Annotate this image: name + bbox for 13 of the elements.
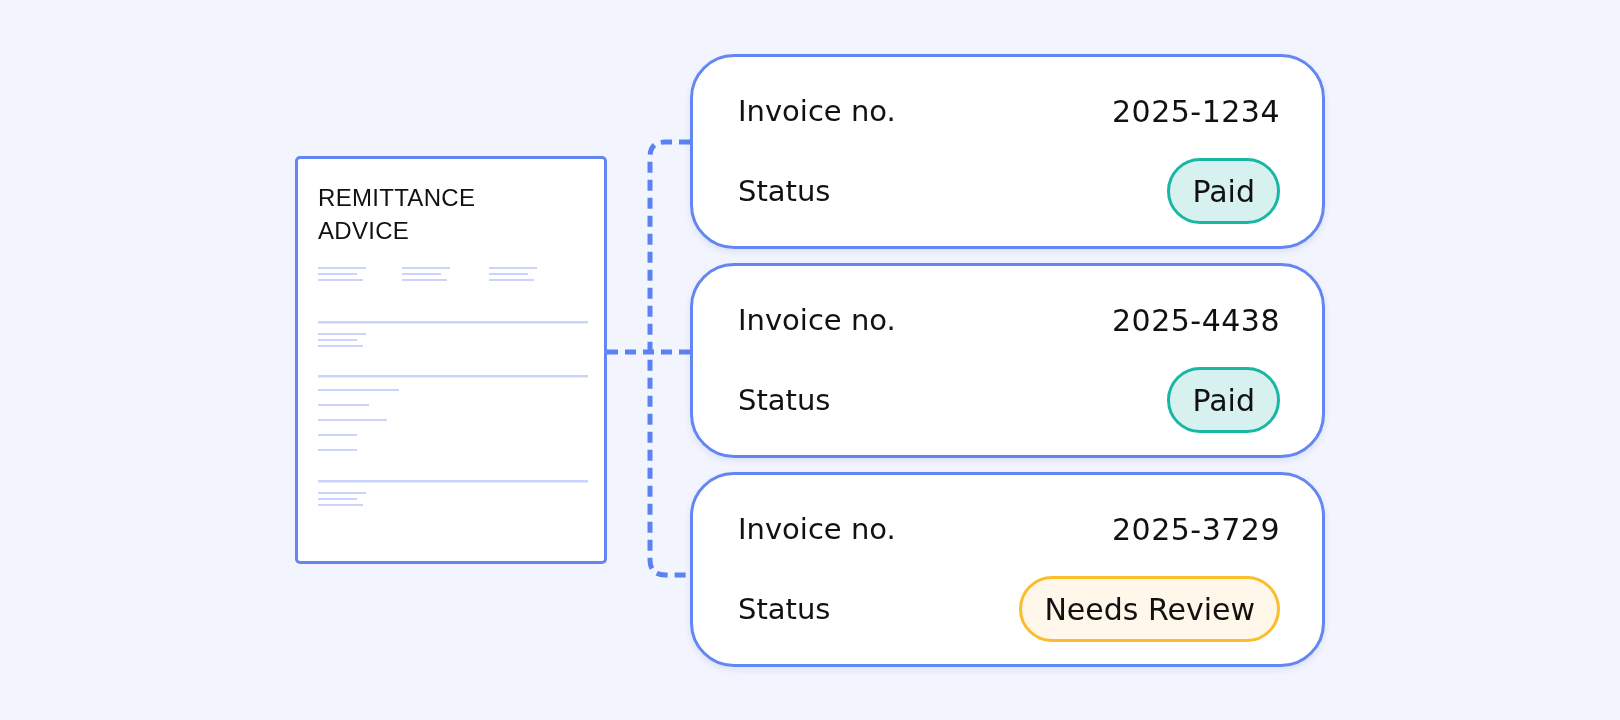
invoice-label: Invoice no.: [738, 303, 896, 337]
status-badge: Needs Review: [1019, 576, 1280, 642]
status-label: Status: [738, 592, 831, 626]
document-title: REMITTANCE ADVICE: [318, 183, 477, 246]
invoice-label: Invoice no.: [738, 512, 896, 546]
status-label: Status: [738, 174, 831, 208]
invoice-number: 2025-1234: [1111, 93, 1280, 129]
invoice-number: 2025-3729: [1111, 511, 1280, 547]
invoice-number: 2025-4438: [1111, 302, 1280, 338]
status-label: Status: [738, 383, 831, 417]
status-badge: Paid: [1167, 367, 1280, 433]
status-badge: Paid: [1167, 158, 1280, 224]
invoice-label: Invoice no.: [738, 94, 896, 128]
